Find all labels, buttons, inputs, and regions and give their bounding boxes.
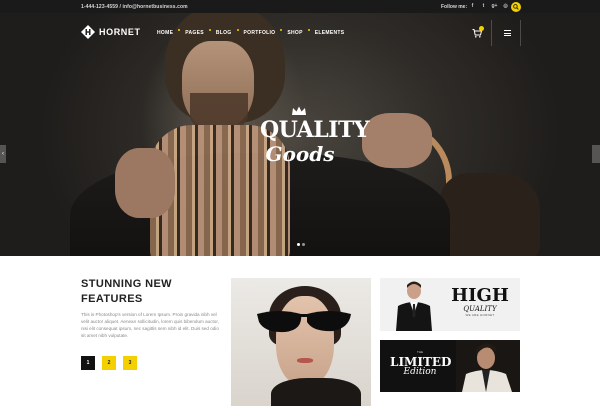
hero-photo-hand-left [115, 148, 175, 218]
top-bar: 1-444-123-4559 / info@hornetbusiness.com… [0, 0, 600, 13]
nav-separator [208, 29, 211, 31]
slider-dots [297, 243, 305, 246]
nav-separator [307, 29, 310, 31]
nav-separator [178, 29, 181, 31]
search-icon [513, 4, 519, 10]
hero-photo-bag [440, 173, 540, 256]
features-title: STUNNING NEW FEATURES [81, 278, 172, 305]
google-plus-icon[interactable]: g+ [490, 3, 499, 10]
man-in-suit-image [396, 281, 432, 331]
pager-item-3[interactable]: 3 [123, 356, 137, 370]
features-text: This is Photoshop's version of Lorem Ips… [81, 312, 219, 338]
contact-info: 1-444-123-4559 / info@hornetbusiness.com [81, 4, 188, 10]
nav-item-portfolio[interactable]: PORTFOLIO [244, 30, 276, 36]
card-high-title: HIGH [451, 285, 509, 306]
man-portrait-image [456, 340, 520, 392]
social-links: f t g+ ◎ [468, 3, 510, 10]
slider-dot[interactable] [297, 243, 300, 246]
card-limited-subtitle: Edition [403, 367, 437, 377]
promo-image-sunglasses[interactable] [231, 278, 371, 406]
card-high-subtitle: QUALITY [463, 305, 497, 313]
twitter-icon[interactable]: t [479, 3, 488, 10]
page: 1-444-123-4559 / info@hornetbusiness.com… [0, 0, 600, 406]
hero-photo-hand-right [362, 113, 432, 168]
hamburger-icon [504, 30, 511, 36]
sunglasses-image [257, 311, 351, 333]
nav-separator [236, 29, 239, 31]
search-button[interactable] [511, 2, 521, 12]
facebook-icon[interactable]: f [468, 3, 477, 10]
card-limited-pretitle: THE [417, 350, 423, 354]
nav-item-home[interactable]: HOME [157, 30, 173, 36]
slider-dot[interactable] [302, 243, 305, 246]
features-pager: 1 2 3 [81, 356, 137, 370]
hornet-logo-icon [81, 25, 95, 39]
nav-item-blog[interactable]: BLOG [216, 30, 232, 36]
menu-button[interactable] [491, 20, 521, 46]
promo-card-high-quality[interactable]: HIGH QUALITY WE ARE HORNET [380, 278, 520, 331]
nav-item-pages[interactable]: PAGES [185, 30, 204, 36]
nav-item-shop[interactable]: SHOP [287, 30, 302, 36]
pager-item-2[interactable]: 2 [102, 356, 116, 370]
slider-prev-button[interactable]: ‹ [0, 145, 6, 163]
instagram-icon[interactable]: ◎ [501, 3, 510, 10]
card-high-caption: WE ARE HORNET [465, 313, 495, 317]
pager-item-1[interactable]: 1 [81, 356, 95, 370]
follow-label: Follow me: [441, 4, 468, 10]
brand-name: HORNET [99, 27, 141, 37]
photo-lips [297, 358, 313, 363]
nav-item-elements[interactable]: ELEMENTS [315, 30, 345, 36]
hero-title-line1: QUALITY [260, 117, 370, 143]
main-nav: HOME PAGES BLOG PORTFOLIO SHOP ELEMENTS [157, 29, 349, 36]
photo-clothing [271, 378, 361, 406]
cart-count-badge [479, 26, 484, 31]
hero-title-line2: Goods [265, 142, 335, 166]
slider-next-button[interactable] [592, 145, 600, 163]
brand-logo[interactable]: HORNET [81, 25, 141, 39]
crown-icon [292, 106, 306, 115]
nav-separator [280, 29, 283, 31]
promo-card-limited-edition[interactable]: THE LIMITED Edition [380, 340, 520, 392]
